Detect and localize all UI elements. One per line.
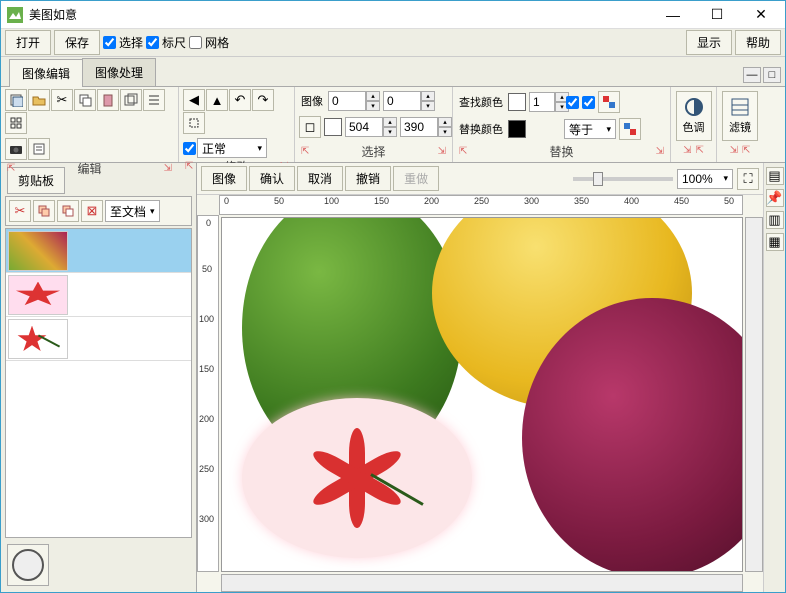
- redo-button[interactable]: 重做: [393, 166, 439, 191]
- maximize-button[interactable]: ☐: [695, 2, 739, 28]
- layers-icon[interactable]: ▥: [766, 211, 784, 229]
- ribbon-group-select: 图像 ▴▾ ▴▾ ◻ ▴▾ ▴▾ ⇱选择⇲: [295, 87, 453, 162]
- y-input[interactable]: ▴▾: [383, 91, 435, 111]
- filter-button[interactable]: 滤镜: [722, 91, 758, 141]
- ribbon-group-replace: 查找颜色 ▴▾ 替换颜色 等于▾ ⇱替换⇲: [453, 87, 671, 162]
- clip-cut-icon[interactable]: ✂: [9, 200, 31, 222]
- minimize-button[interactable]: —: [651, 2, 695, 28]
- opt2-checkbox[interactable]: [582, 96, 595, 109]
- opt1-checkbox[interactable]: [566, 96, 579, 109]
- to-document-dropdown[interactable]: 至文档▾: [105, 200, 160, 222]
- crop-icon[interactable]: [183, 112, 205, 134]
- main-area: 剪贴板 ✂ ⊠ 至文档▾ 图像 确认: [1, 163, 785, 592]
- zoom-combo[interactable]: 100%▾: [677, 169, 733, 189]
- cut-icon[interactable]: ✂: [51, 89, 73, 111]
- x-input[interactable]: ▴▾: [328, 91, 380, 111]
- scrollbar-horizontal[interactable]: [221, 574, 743, 592]
- bg-color-swatch[interactable]: [324, 118, 342, 136]
- match-mode-combo[interactable]: 等于▾: [564, 119, 616, 139]
- ruler-horizontal: 0 50 100 150 200 250 300 350 400 450 50: [219, 195, 743, 215]
- expand-arrow-icon: ⇲: [164, 163, 172, 174]
- width-input[interactable]: ▴▾: [345, 117, 397, 137]
- filter-icon: [730, 97, 750, 117]
- record-button[interactable]: [12, 549, 44, 581]
- tone-icon: [684, 97, 704, 117]
- app-title: 美图如意: [29, 6, 651, 23]
- ruler-vertical: 0 50 100 150 200 250 300: [197, 215, 219, 572]
- canvas-image-button[interactable]: 图像: [201, 166, 247, 191]
- align-icon[interactable]: [143, 89, 165, 111]
- tolerance-input[interactable]: ▴▾: [529, 92, 563, 112]
- ruler-checkbox[interactable]: 标尺: [146, 34, 186, 51]
- camera-icon[interactable]: [5, 138, 27, 160]
- ribbon-filter: 滤镜 ⇱⇲: [717, 87, 763, 162]
- app-logo-icon: [7, 7, 23, 23]
- new-layer-icon[interactable]: [5, 89, 27, 111]
- open-button[interactable]: 打开: [5, 30, 51, 55]
- right-toolstrip: ▤ 📌 ▥ ▦: [763, 163, 785, 592]
- info-icon[interactable]: ▦: [766, 233, 784, 251]
- ribbon-minimize-button[interactable]: —: [743, 67, 761, 83]
- tabbar: 图像编辑 图像处理 — □: [1, 57, 785, 87]
- rotate-cw-icon[interactable]: ↷: [252, 89, 274, 111]
- menubar: 打开 保存 选择 标尺 网格 显示 帮助: [1, 29, 785, 57]
- height-input[interactable]: ▴▾: [400, 117, 452, 137]
- properties-icon[interactable]: [28, 138, 50, 160]
- clipboard-item[interactable]: [6, 229, 191, 273]
- save-button[interactable]: 保存: [54, 30, 100, 55]
- rotate-ccw-icon[interactable]: ↶: [229, 89, 251, 111]
- grid-checkbox[interactable]: 网格: [189, 34, 229, 51]
- expand-arrow-icon: ⇱: [7, 163, 15, 174]
- modify-checkbox[interactable]: [183, 138, 196, 158]
- canvas-content-image: [222, 218, 742, 571]
- canvas-toolbar: 图像 确认 取消 撤销 重做 100%▾ ⛶: [197, 163, 763, 195]
- color-picker-icon[interactable]: [598, 91, 620, 113]
- ribbon-group-edit: ✂ ⇱编辑⇲: [1, 87, 179, 162]
- panel-toggle-icon[interactable]: ▤: [766, 167, 784, 185]
- cancel-button[interactable]: 取消: [297, 166, 343, 191]
- undo-button[interactable]: 撤销: [345, 166, 391, 191]
- flip-v-icon[interactable]: ▲: [206, 89, 228, 111]
- pin-icon[interactable]: 📌: [766, 189, 784, 207]
- clipboard-list: [5, 228, 192, 538]
- help-button[interactable]: 帮助: [735, 30, 781, 55]
- clipboard-item[interactable]: [6, 317, 191, 361]
- copy-icon[interactable]: [74, 89, 96, 111]
- ribbon-group-modify: ◀ ▲ ↶ ↷ 正常▾ ⇱修改⇲: [179, 87, 295, 162]
- grid-icon[interactable]: [5, 112, 27, 134]
- open-file-icon[interactable]: [28, 89, 50, 111]
- zoom-slider[interactable]: [573, 177, 673, 181]
- find-color-swatch[interactable]: [508, 93, 526, 111]
- ribbon: ✂ ⇱编辑⇲ ◀ ▲ ↶ ↷ 正常▾ ⇱修改⇲ 图像: [1, 87, 785, 163]
- flip-h-icon[interactable]: ◀: [183, 89, 205, 111]
- duplicate-icon[interactable]: [120, 89, 142, 111]
- select-rect-icon[interactable]: ◻: [299, 116, 321, 138]
- fit-window-icon[interactable]: ⛶: [737, 168, 759, 190]
- paste-icon[interactable]: [97, 89, 119, 111]
- clip-copy-icon[interactable]: [33, 200, 55, 222]
- clip-clear-icon[interactable]: ⊠: [81, 200, 103, 222]
- ribbon-tone: 色调 ⇱⇲: [671, 87, 717, 162]
- clipboard-item[interactable]: [6, 273, 191, 317]
- pasted-selection[interactable]: [242, 398, 472, 558]
- scrollbar-vertical[interactable]: [745, 217, 763, 572]
- clip-paste-icon[interactable]: [57, 200, 79, 222]
- clipboard-panel: 剪贴板 ✂ ⊠ 至文档▾: [1, 163, 197, 592]
- tone-button[interactable]: 色调: [676, 91, 712, 141]
- titlebar: 美图如意 — ☐ ✕: [1, 1, 785, 29]
- replace-color-swatch[interactable]: [508, 120, 526, 138]
- display-button[interactable]: 显示: [686, 30, 732, 55]
- blend-mode-combo[interactable]: 正常▾: [197, 138, 267, 158]
- tab-image-edit[interactable]: 图像编辑: [9, 59, 83, 87]
- canvas[interactable]: [221, 217, 743, 572]
- tab-image-process[interactable]: 图像处理: [82, 58, 156, 86]
- apply-replace-icon[interactable]: [619, 118, 641, 140]
- close-button[interactable]: ✕: [739, 2, 783, 28]
- canvas-area: 图像 确认 取消 撤销 重做 100%▾ ⛶ 0 50 100 150 200 …: [197, 163, 763, 592]
- ribbon-close-button[interactable]: □: [763, 67, 781, 83]
- select-checkbox[interactable]: 选择: [103, 34, 143, 51]
- confirm-button[interactable]: 确认: [249, 166, 295, 191]
